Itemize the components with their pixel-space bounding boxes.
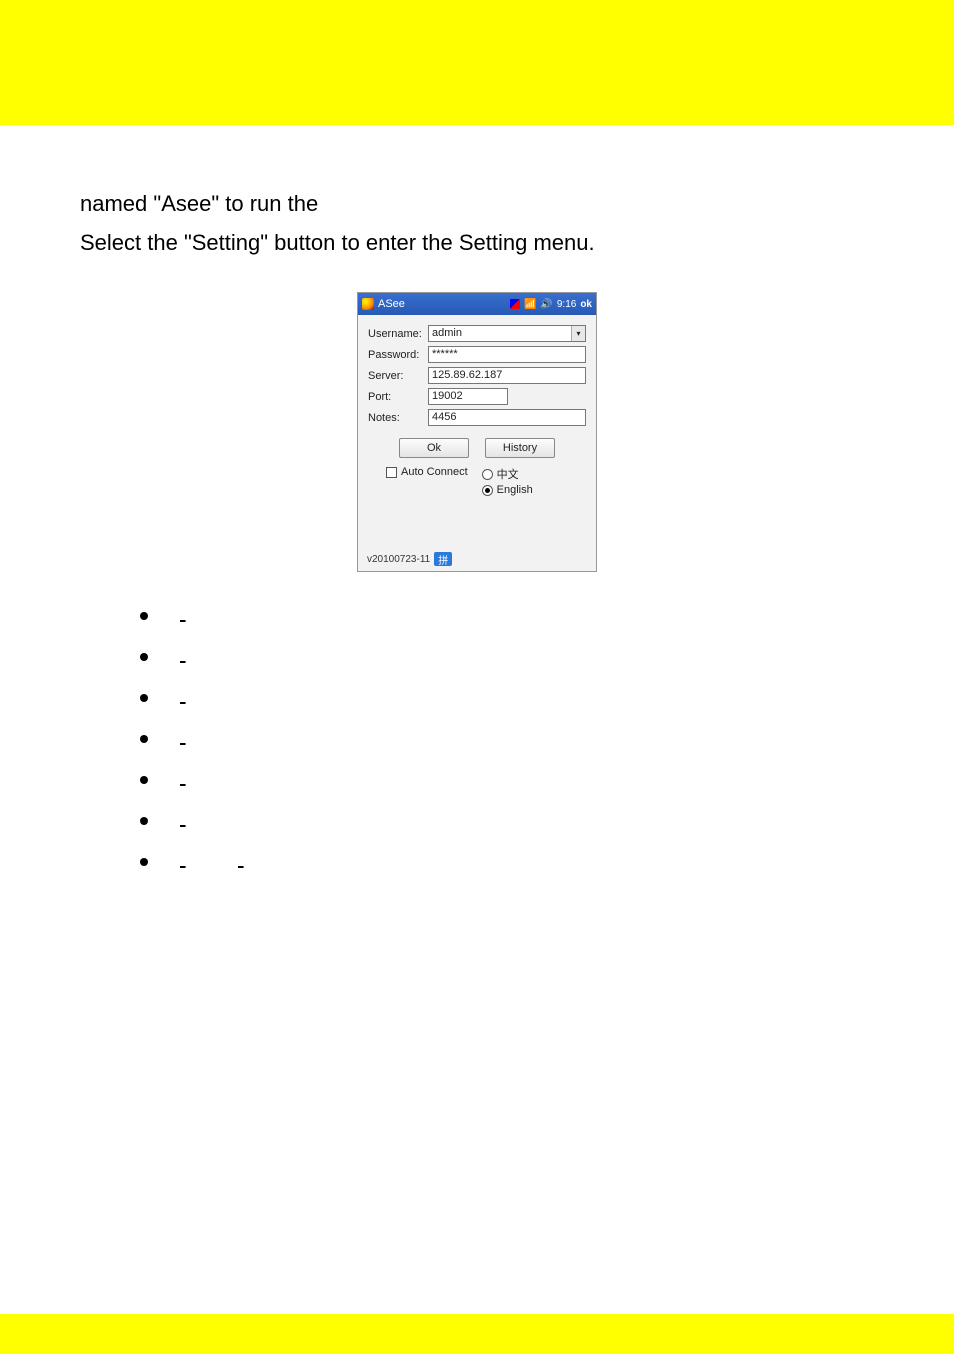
- label-port: Port:: [368, 391, 428, 403]
- ok-soft-button[interactable]: ok: [580, 299, 592, 310]
- bullet-icon: [140, 735, 148, 743]
- bullet-icon: [140, 694, 148, 702]
- lang-cn-label: 中文: [497, 466, 519, 482]
- lang-cn-radio[interactable]: 中文: [482, 466, 533, 482]
- row-notes: Notes: 4456: [368, 409, 586, 426]
- intro-text: named "Asee" to run the Select the "Sett…: [80, 185, 874, 262]
- bullet-icon: [140, 776, 148, 784]
- language-radios: 中文 English: [482, 466, 533, 496]
- row-server: Server: 125.89.62.187: [368, 367, 586, 384]
- asee-status-right: 📶 🔊 9:16 ok: [510, 299, 592, 310]
- def-term: [180, 684, 250, 707]
- def-username: [140, 602, 874, 625]
- def-password: [140, 643, 874, 666]
- radio-icon-selected: [482, 485, 493, 496]
- username-input[interactable]: admin: [428, 325, 586, 342]
- bullet-icon: [140, 653, 148, 661]
- ime-chip-icon[interactable]: 拼: [434, 552, 452, 566]
- row-password: Password: ******: [368, 346, 586, 363]
- label-notes: Notes:: [368, 412, 428, 424]
- def-notes: [140, 766, 874, 789]
- asee-frame: ASee 📶 🔊 9:16 ok Username:: [357, 292, 597, 572]
- def-term: [180, 643, 280, 666]
- server-input[interactable]: 125.89.62.187: [428, 367, 586, 384]
- password-input[interactable]: ******: [428, 346, 586, 363]
- version-text: v20100723-11: [367, 554, 430, 565]
- def-auto-connect: [140, 848, 874, 871]
- bottom-yellow-band: [0, 1314, 954, 1354]
- lang-en-label: English: [497, 484, 533, 496]
- asee-titlebar: ASee 📶 🔊 9:16 ok: [358, 293, 596, 315]
- definition-list: [80, 602, 874, 871]
- status-time: 9:16: [557, 299, 576, 310]
- label-password: Password:: [368, 349, 428, 361]
- options-row: Auto Connect 中文 English: [386, 466, 586, 496]
- button-row: Ok History: [368, 438, 586, 458]
- asee-window: ASee 📶 🔊 9:16 ok Username:: [357, 292, 597, 572]
- volume-icon: 🔊: [540, 299, 552, 310]
- def-ok: [140, 807, 874, 830]
- signal-icon: 📶: [524, 299, 536, 310]
- ok-button[interactable]: Ok: [399, 438, 469, 458]
- port-input[interactable]: 19002: [428, 388, 508, 405]
- history-button[interactable]: History: [485, 438, 555, 458]
- asee-version-bar: v20100723-11 拼: [367, 552, 452, 566]
- page: named "Asee" to run the Select the "Sett…: [0, 0, 954, 1354]
- def-term: [180, 602, 280, 625]
- chevron-down-icon[interactable]: ▾: [571, 326, 585, 341]
- checkbox-icon: [386, 467, 397, 478]
- def-port: [140, 725, 874, 748]
- intro-line-1: named "Asee" to run the: [80, 185, 874, 224]
- def-term: [180, 725, 225, 748]
- top-yellow-band: [0, 0, 954, 125]
- bullet-icon: [140, 858, 148, 866]
- asee-title-left: ASee: [362, 298, 405, 310]
- bullet-icon: [140, 817, 148, 825]
- asee-title-text: ASee: [378, 298, 405, 310]
- asee-form: Username: admin ▾ Password: ****** Serve…: [358, 315, 596, 500]
- label-server: Server:: [368, 370, 428, 382]
- auto-connect-label: Auto Connect: [401, 466, 468, 478]
- row-port: Port: 19002: [368, 388, 586, 405]
- def-term: [180, 807, 210, 830]
- def-term: [180, 848, 328, 871]
- embedded-screenshot: ASee 📶 🔊 9:16 ok Username:: [80, 292, 874, 572]
- username-combo[interactable]: admin ▾: [428, 325, 586, 342]
- def-term: [180, 766, 240, 789]
- bullet-icon: [140, 612, 148, 620]
- auto-connect-checkbox[interactable]: Auto Connect: [386, 466, 468, 478]
- username-value: admin: [432, 327, 462, 339]
- notes-input[interactable]: 4456: [428, 409, 586, 426]
- intro-line-2: Select the "Setting" button to enter the…: [80, 224, 874, 263]
- lang-en-radio[interactable]: English: [482, 484, 533, 496]
- row-username: Username: admin ▾: [368, 325, 586, 342]
- radio-icon: [482, 469, 493, 480]
- flag-icon: [510, 299, 520, 309]
- app-icon: [362, 298, 374, 310]
- label-username: Username:: [368, 328, 428, 340]
- content-area: named "Asee" to run the Select the "Sett…: [0, 125, 954, 871]
- def-server: [140, 684, 874, 707]
